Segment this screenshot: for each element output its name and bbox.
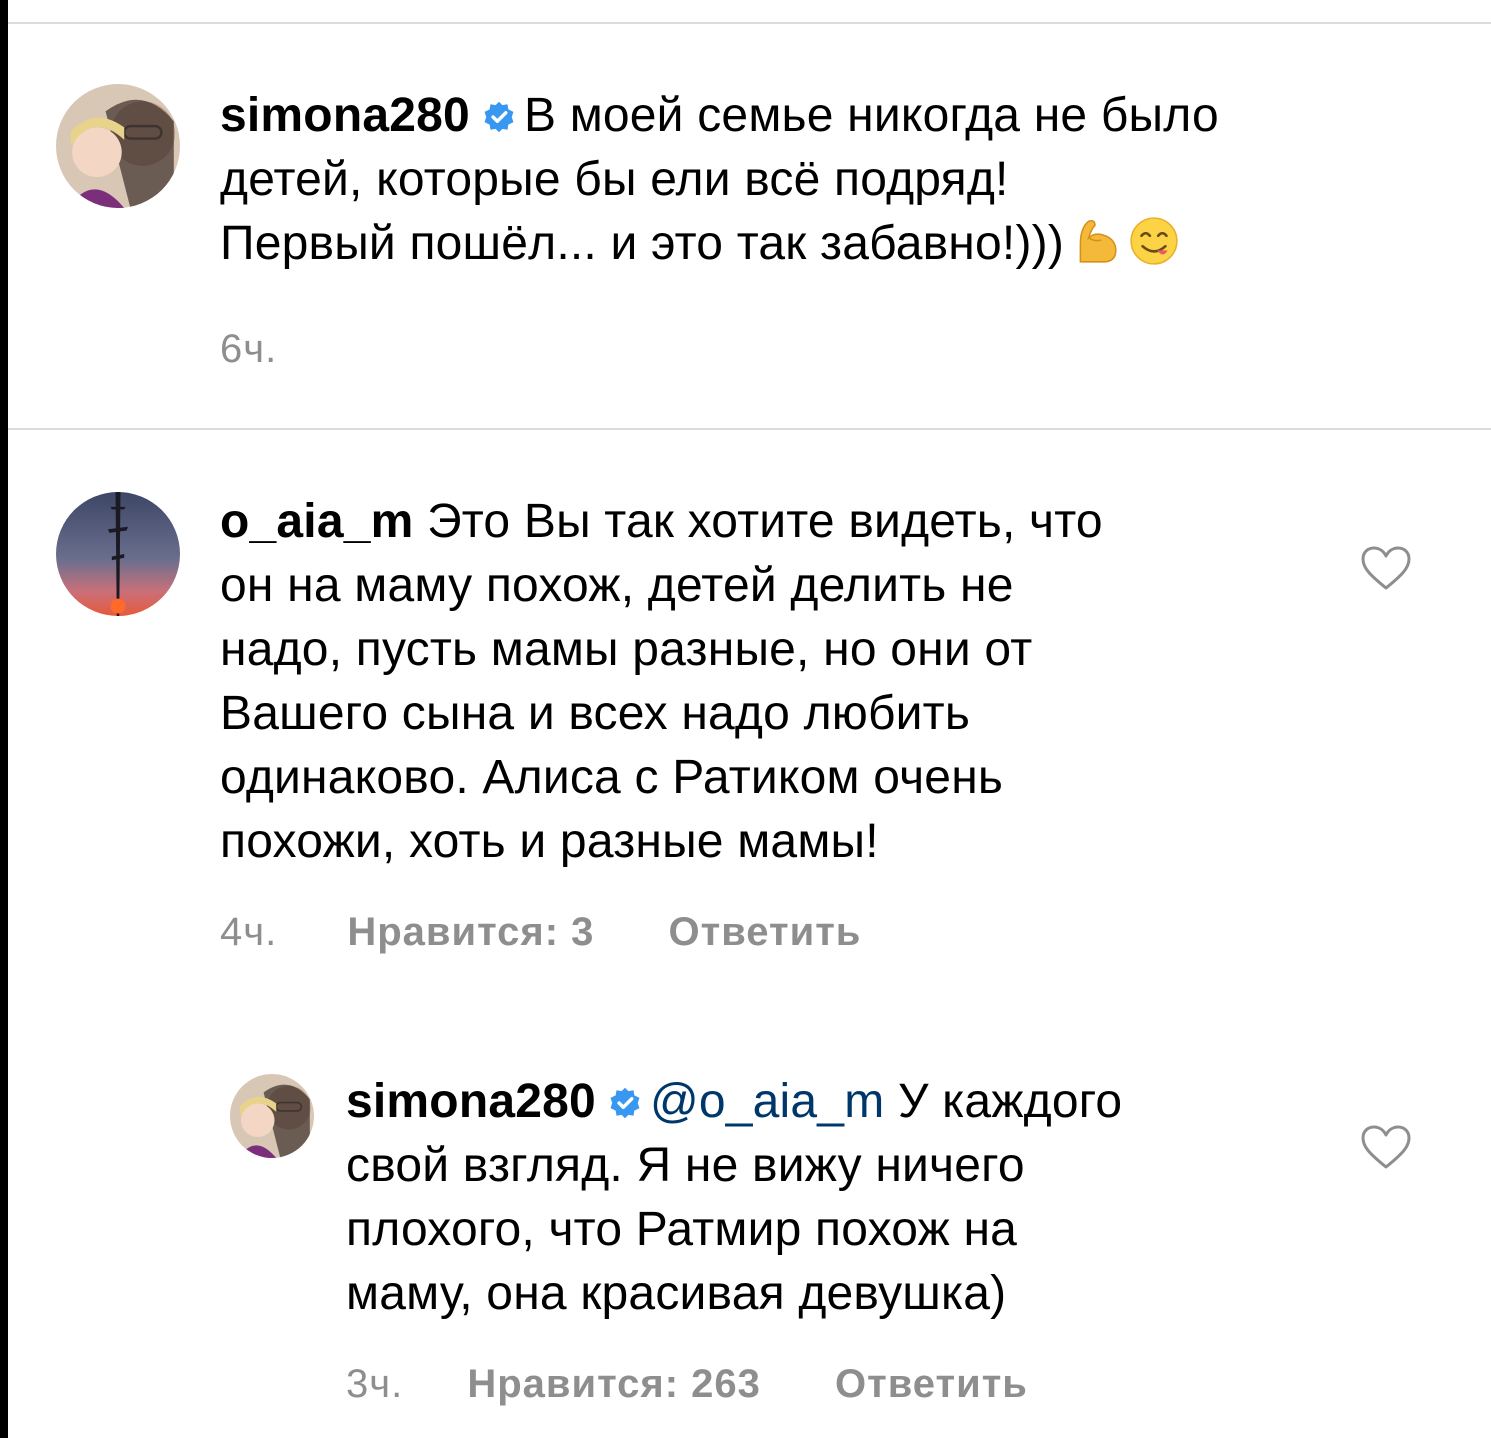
comment-line: похожи, хоть и разные мамы!: [220, 815, 879, 868]
comment-username[interactable]: simona280: [220, 89, 470, 142]
comment-text: o_aia_m Это Вы так хотите видеть, что он…: [220, 490, 1103, 874]
comment-text: simona280 @o_aia_m У каждого свой взгляд.…: [346, 1070, 1122, 1326]
comment-meta: 6ч.: [220, 327, 277, 372]
comment-line: У каждого: [897, 1075, 1123, 1128]
comment-line: он на маму похож, детей делить не: [220, 559, 1014, 612]
comment-time: 6ч.: [220, 327, 278, 371]
section-divider: [8, 428, 1491, 430]
comment-line: плохого, что Ратмир похож на: [346, 1203, 1018, 1256]
comment-meta: 3ч. Нравится: 263 Ответить: [346, 1362, 1028, 1407]
comment-time: 3ч.: [346, 1362, 404, 1406]
verified-badge-icon: [608, 1086, 642, 1120]
verified-badge-icon: [482, 100, 516, 134]
top-divider: [8, 22, 1491, 24]
comment-meta: 4ч. Нравится: 3 Ответить: [220, 910, 861, 955]
comment-username[interactable]: simona280: [346, 1075, 596, 1128]
avatar-simona280[interactable]: [230, 1074, 314, 1158]
comment-line: одинаково. Алиса с Ратиком очень: [220, 751, 1004, 804]
flexed-biceps-icon: [1070, 215, 1122, 267]
comment-line: Это Вы так хотите видеть, что: [427, 495, 1103, 548]
like-heart-icon[interactable]: [1360, 545, 1412, 591]
likes-count[interactable]: Нравится: 263: [467, 1362, 761, 1406]
avatar-o-aia-m[interactable]: [56, 492, 180, 616]
mention-link[interactable]: @o_aia_m: [650, 1075, 884, 1128]
comment-line: детей, которые бы ели всё подряд!: [220, 153, 1009, 206]
comment-line: Вашего сына и всех надо любить: [220, 687, 971, 740]
comment-line: Первый пошёл... и это так забавно!))): [220, 217, 1065, 270]
comment-line: надо, пусть мамы разные, но они от: [220, 623, 1033, 676]
comment-text: simona280 В моей семье никогда не было де…: [220, 84, 1219, 276]
comment-username[interactable]: o_aia_m: [220, 495, 414, 548]
avatar-simona280[interactable]: [56, 84, 180, 208]
comment-time: 4ч.: [220, 910, 278, 954]
comment-line: свой взгляд. Я не вижу ничего: [346, 1139, 1025, 1192]
reply-button[interactable]: Ответить: [835, 1362, 1028, 1406]
yum-face-icon: [1128, 215, 1180, 267]
comments-screen: simona280 В моей семье никогда не было де…: [8, 0, 1491, 1438]
comment-line: маму, она красивая девушка): [346, 1267, 1007, 1320]
likes-count[interactable]: Нравится: 3: [347, 910, 594, 954]
comment-line: В моей семье никогда не было: [523, 89, 1219, 142]
reply-button[interactable]: Ответить: [669, 910, 862, 954]
like-heart-icon[interactable]: [1360, 1124, 1412, 1170]
